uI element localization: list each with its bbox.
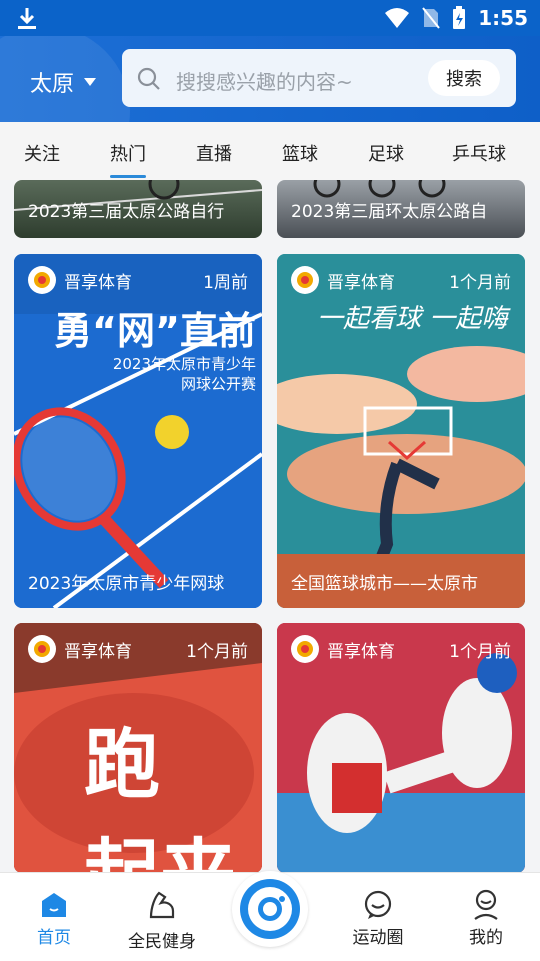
card-meta: 晋享体育 1个月前 — [291, 635, 511, 663]
tab-label: 足球 — [368, 144, 404, 165]
tab-label: 热门 — [110, 144, 146, 165]
caret-down-icon — [84, 78, 97, 86]
status-bar: 1:55 — [0, 0, 540, 36]
search-icon — [137, 67, 160, 90]
no-sim-icon — [422, 7, 441, 29]
card-source: 晋享体育 — [327, 641, 395, 662]
feed-card-taekwondo[interactable]: 晋享体育 1个月前 — [277, 623, 525, 873]
card-meta: 晋享体育 1周前 — [28, 266, 248, 294]
card-source: 晋享体育 — [64, 641, 132, 662]
poster-subtitle-line2: 网球公开赛 — [180, 375, 256, 393]
active-tab-indicator — [110, 175, 146, 178]
nav-community[interactable]: 运动圈 — [338, 887, 418, 948]
card-time: 1个月前 — [449, 641, 511, 662]
tab-follow[interactable]: 关注 — [24, 140, 60, 166]
card-caption: 2023年太原市青少年网球 — [28, 574, 225, 594]
poster-title: 一起看球 一起嗨 — [317, 304, 508, 334]
city-selector[interactable]: 太原 — [30, 66, 97, 98]
card-caption: 2023第三届太原公路自行 — [28, 202, 225, 222]
nav-label: 我的 — [469, 928, 503, 948]
header: 太原 搜搜感兴趣的内容~ 搜索 — [0, 36, 540, 122]
feed-card-cycling-1[interactable]: 2023第三届太原公路自行 — [14, 180, 262, 238]
tab-table-tennis[interactable]: 乒乓球 — [452, 140, 506, 166]
battery-icon — [453, 6, 466, 29]
search-button[interactable]: 搜索 — [428, 60, 500, 96]
arm-muscle-icon — [149, 891, 175, 919]
tab-label: 篮球 — [282, 144, 318, 165]
nav-label: 全民健身 — [128, 932, 196, 952]
feed-card-cycling-2[interactable]: 2023第三届环太原公路自 — [277, 180, 525, 238]
tab-live[interactable]: 直播 — [196, 140, 232, 166]
nav-label: 首页 — [37, 928, 71, 948]
city-label: 太原 — [30, 72, 75, 97]
jinxiang-logo-icon — [291, 266, 319, 294]
bottom-navigation: 首页 全民健身 运动圈 我的 — [0, 871, 540, 961]
card-source: 晋享体育 — [327, 272, 395, 293]
card-source: 晋享体育 — [64, 272, 132, 293]
nav-home[interactable]: 首页 — [14, 887, 94, 948]
feed-card-tennis[interactable]: 勇“网”直前 2023年太原市青少年 网球公开赛 晋享体育 1周前 2023年太… — [14, 254, 262, 608]
poster-subtitle: 2023年太原市青少年 网球公开赛 — [113, 354, 256, 394]
user-icon — [474, 889, 498, 920]
chat-bubble-icon — [364, 890, 392, 919]
search-input[interactable]: 搜搜感兴趣的内容~ — [176, 66, 353, 95]
search-bar[interactable]: 搜搜感兴趣的内容~ 搜索 — [122, 49, 516, 107]
tab-basketball[interactable]: 篮球 — [282, 140, 318, 166]
nav-label: 运动圈 — [352, 928, 404, 948]
wifi-icon — [385, 8, 410, 28]
tab-label: 直播 — [196, 144, 232, 165]
tab-hot[interactable]: 热门 — [110, 140, 146, 178]
card-caption: 2023第三届环太原公路自 — [291, 202, 488, 222]
jinxiang-logo-icon — [291, 635, 319, 663]
card-time: 1周前 — [203, 272, 248, 293]
card-time: 1个月前 — [186, 641, 248, 662]
nav-profile[interactable]: 我的 — [446, 887, 526, 948]
card-time: 1个月前 — [449, 272, 511, 293]
card-caption: 全国篮球城市——太原市 — [291, 574, 478, 594]
tab-label: 乒乓球 — [452, 144, 506, 165]
camera-lens-icon — [240, 879, 300, 939]
feed-card-basketball[interactable]: 一起看球 一起嗨 晋享体育 1个月前 全国篮球城市——太原市 — [277, 254, 525, 608]
feed-card-running[interactable]: 跑 起来 晋享体育 1个月前 — [14, 623, 262, 873]
tab-football[interactable]: 足球 — [368, 140, 404, 166]
clock: 1:55 — [478, 6, 528, 30]
card-meta: 晋享体育 1个月前 — [28, 635, 248, 663]
download-icon — [18, 8, 36, 29]
center-action-button[interactable] — [232, 871, 308, 947]
poster-subtitle-line1: 2023年太原市青少年 — [112, 355, 256, 373]
jinxiang-logo-icon — [28, 266, 56, 294]
home-icon — [42, 893, 66, 917]
jinxiang-logo-icon — [28, 635, 56, 663]
category-tabs: 关注 热门 直播 篮球 足球 乒乓球 — [0, 122, 540, 180]
poster-title: 勇“网”直前 — [54, 309, 256, 353]
card-meta: 晋享体育 1个月前 — [291, 266, 511, 294]
nav-fitness[interactable]: 全民健身 — [122, 887, 202, 952]
poster-title: 跑 起来 — [84, 720, 236, 873]
tab-label: 关注 — [24, 144, 60, 165]
